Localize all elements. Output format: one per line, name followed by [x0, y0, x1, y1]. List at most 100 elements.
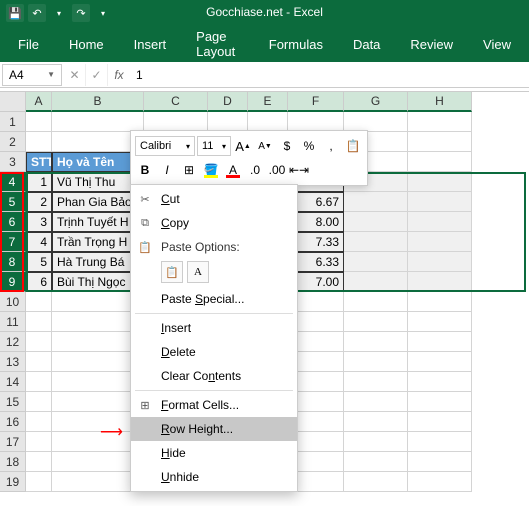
- cell[interactable]: [26, 312, 52, 332]
- tab-home[interactable]: Home: [55, 29, 118, 60]
- row-header-11[interactable]: 11: [0, 312, 26, 332]
- cell[interactable]: 1: [26, 172, 52, 192]
- col-header-C[interactable]: C: [144, 92, 208, 112]
- row-header-4[interactable]: 4: [0, 172, 26, 192]
- cell[interactable]: [344, 212, 408, 232]
- cell[interactable]: [408, 432, 472, 452]
- cell[interactable]: [408, 112, 472, 132]
- accounting-format-icon[interactable]: $: [277, 136, 297, 156]
- row-header-8[interactable]: 8: [0, 252, 26, 272]
- cell[interactable]: [344, 392, 408, 412]
- fx-icon[interactable]: fx: [108, 68, 130, 82]
- menu-unhide[interactable]: Unhide: [131, 465, 297, 489]
- cell[interactable]: [408, 292, 472, 312]
- qat-customize-icon[interactable]: ▾: [94, 4, 112, 22]
- cell[interactable]: [344, 412, 408, 432]
- tab-formulas[interactable]: Formulas: [255, 29, 337, 60]
- menu-hide[interactable]: Hide: [131, 441, 297, 465]
- undo-dropdown-icon[interactable]: ▾: [50, 4, 68, 22]
- row-header-3[interactable]: 3: [0, 152, 26, 172]
- row-header-10[interactable]: 10: [0, 292, 26, 312]
- menu-delete[interactable]: Delete: [131, 340, 297, 364]
- font-select[interactable]: Calibri ▾: [135, 136, 195, 156]
- row-header-18[interactable]: 18: [0, 452, 26, 472]
- menu-paste-special[interactable]: Paste Special...: [131, 287, 297, 311]
- cell[interactable]: [408, 172, 472, 192]
- font-color-icon[interactable]: A: [223, 160, 243, 180]
- tab-view[interactable]: View: [469, 29, 525, 60]
- row-header-17[interactable]: 17: [0, 432, 26, 452]
- name-box[interactable]: A4 ▼: [2, 64, 62, 86]
- format-painter-icon[interactable]: 📋: [343, 136, 363, 156]
- cell[interactable]: [408, 352, 472, 372]
- row-header-1[interactable]: 1: [0, 112, 26, 132]
- row-header-15[interactable]: 15: [0, 392, 26, 412]
- row-header-16[interactable]: 16: [0, 412, 26, 432]
- cell[interactable]: [344, 192, 408, 212]
- col-header-G[interactable]: G: [344, 92, 408, 112]
- cell[interactable]: [144, 112, 208, 132]
- decrease-decimal-icon[interactable]: .0: [245, 160, 265, 180]
- cell[interactable]: [344, 272, 408, 292]
- cell[interactable]: [344, 292, 408, 312]
- cell[interactable]: [52, 112, 144, 132]
- col-header-F[interactable]: F: [288, 92, 344, 112]
- paste-option-values[interactable]: A: [187, 261, 209, 283]
- cell[interactable]: [408, 152, 472, 172]
- col-header-B[interactable]: B: [52, 92, 144, 112]
- cell[interactable]: [408, 272, 472, 292]
- cell[interactable]: 6: [26, 272, 52, 292]
- bold-button[interactable]: B: [135, 160, 155, 180]
- menu-copy[interactable]: ⧉ Copy: [131, 211, 297, 235]
- cell[interactable]: [26, 392, 52, 412]
- cell[interactable]: [248, 112, 288, 132]
- cell[interactable]: [26, 412, 52, 432]
- save-icon[interactable]: 💾: [6, 4, 24, 22]
- menu-cut[interactable]: ✂ CuCutt: [131, 187, 297, 211]
- cell[interactable]: [408, 412, 472, 432]
- tab-insert[interactable]: Insert: [120, 29, 181, 60]
- row-header-7[interactable]: 7: [0, 232, 26, 252]
- row-header-19[interactable]: 19: [0, 472, 26, 492]
- row-header-12[interactable]: 12: [0, 332, 26, 352]
- cell[interactable]: 2: [26, 192, 52, 212]
- grow-font-icon[interactable]: A▲: [233, 136, 253, 156]
- undo-icon[interactable]: ↶: [28, 4, 46, 22]
- tab-review[interactable]: Review: [396, 29, 467, 60]
- row-header-14[interactable]: 14: [0, 372, 26, 392]
- col-header-A[interactable]: A: [26, 92, 52, 112]
- cell[interactable]: [344, 312, 408, 332]
- cell[interactable]: [26, 372, 52, 392]
- cell[interactable]: STT: [26, 152, 52, 172]
- font-size-select[interactable]: 11 ▾: [197, 136, 231, 156]
- cell[interactable]: [344, 352, 408, 372]
- cell[interactable]: [408, 252, 472, 272]
- shrink-font-icon[interactable]: A▼: [255, 136, 275, 156]
- cell[interactable]: [26, 432, 52, 452]
- fill-color-icon[interactable]: 🪣: [201, 160, 221, 180]
- col-header-H[interactable]: H: [408, 92, 472, 112]
- cell[interactable]: [26, 472, 52, 492]
- cell[interactable]: [344, 372, 408, 392]
- cell[interactable]: [408, 452, 472, 472]
- cell[interactable]: 3: [26, 212, 52, 232]
- row-header-2[interactable]: 2: [0, 132, 26, 152]
- cell[interactable]: [344, 472, 408, 492]
- percent-format-icon[interactable]: %: [299, 136, 319, 156]
- redo-icon[interactable]: ↷: [72, 4, 90, 22]
- cell[interactable]: [344, 452, 408, 472]
- italic-button[interactable]: I: [157, 160, 177, 180]
- row-header-9[interactable]: 9: [0, 272, 26, 292]
- tab-page-layout[interactable]: Page Layout: [182, 21, 253, 67]
- cell[interactable]: [26, 132, 52, 152]
- cell[interactable]: [408, 192, 472, 212]
- tab-data[interactable]: Data: [339, 29, 394, 60]
- menu-clear-contents[interactable]: Clear Contents: [131, 364, 297, 388]
- cell[interactable]: [26, 112, 52, 132]
- cell[interactable]: [288, 112, 344, 132]
- row-header-13[interactable]: 13: [0, 352, 26, 372]
- cell[interactable]: [408, 392, 472, 412]
- cell[interactable]: [26, 332, 52, 352]
- tab-file[interactable]: File: [4, 29, 53, 60]
- cell[interactable]: [408, 212, 472, 232]
